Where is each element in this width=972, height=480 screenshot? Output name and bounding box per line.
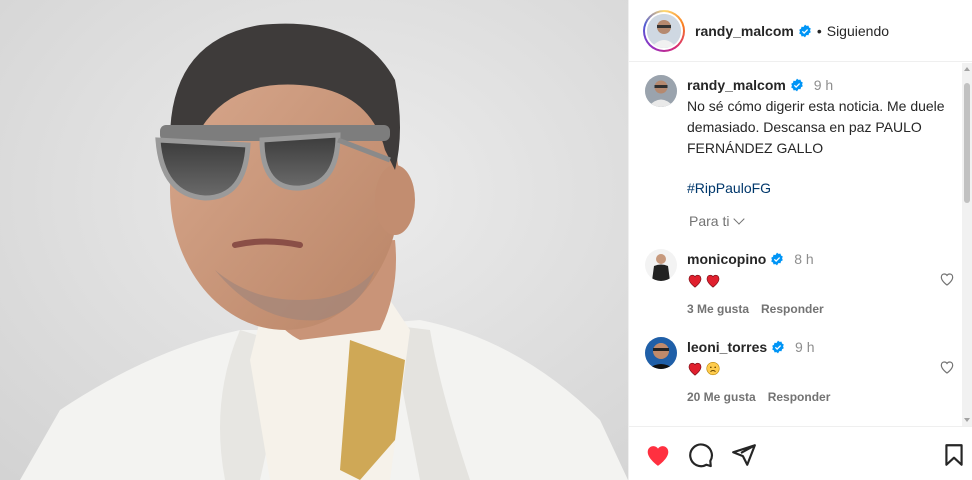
translate-label: Para ti [689,213,730,229]
following-button[interactable]: Siguiendo [827,23,889,39]
comment-time[interactable]: 8 h [794,251,813,267]
comment-meta: 3 Me gusta Responder [687,299,824,319]
comment-item: leoni_torres 9 h 20 Me gusta Responder [645,337,963,407]
chevron-down-icon [733,213,746,225]
heart-outline-icon[interactable] [939,359,955,375]
post-actions-bar [629,426,972,480]
post-header: randy_malcom • Siguiendo [629,0,972,62]
comment-icon[interactable] [688,442,714,468]
photo-illustration [0,0,628,480]
comment-avatar[interactable] [645,249,677,281]
scroll-up-arrow[interactable] [964,67,970,71]
comment-username[interactable]: leoni_torres [687,339,767,355]
comments-scrollbar[interactable] [962,63,972,426]
sad-face-icon [706,361,720,376]
comment-avatar[interactable] [645,337,677,369]
comment-username[interactable]: monicopino [687,251,766,267]
comment-likes[interactable]: 20 Me gusta [687,390,756,404]
verified-icon [791,78,803,92]
reply-button[interactable]: Responder [768,390,831,404]
post-photo[interactable] [0,0,628,480]
verified-icon [799,24,811,37]
bookmark-icon[interactable] [941,442,967,468]
comment-text [687,271,824,291]
comments-scroll-area[interactable]: randy_malcom 9 h No sé cómo digerir esta… [629,63,972,426]
comment-item: monicopino 8 h 3 Me gusta Responder [645,249,963,319]
header-separator: • [816,22,822,39]
verified-icon [771,252,784,266]
author-username[interactable]: randy_malcom [695,23,794,39]
post-caption: randy_malcom 9 h No sé cómo digerir esta… [645,75,945,199]
red-heart-icon [688,362,702,376]
scroll-down-arrow[interactable] [964,418,970,422]
comment-time[interactable]: 9 h [795,339,814,355]
post-side-panel: randy_malcom • Siguiendo randy_malcom 9 … [628,0,972,480]
comment-likes[interactable]: 3 Me gusta [687,302,749,316]
caption-hashtag[interactable]: #RipPauloFG [687,178,945,199]
reply-button[interactable]: Responder [761,302,824,316]
translate-toggle[interactable]: Para ti [689,213,746,229]
author-avatar-ring[interactable] [643,9,685,52]
heart-icon[interactable] [645,442,671,468]
comment-meta: 20 Me gusta Responder [687,387,830,407]
verified-icon [772,340,784,354]
caption-avatar[interactable] [645,75,677,107]
caption-text: No sé cómo digerir esta noticia. Me duel… [687,98,945,156]
caption-time[interactable]: 9 h [814,77,833,93]
heart-outline-icon[interactable] [939,271,955,287]
share-icon[interactable] [731,442,757,468]
red-heart-icon [706,274,720,288]
author-avatar[interactable] [647,13,681,48]
red-heart-icon [688,274,702,288]
comment-text [687,359,830,379]
scrollbar-thumb[interactable] [964,83,970,203]
caption-username[interactable]: randy_malcom [687,77,786,93]
